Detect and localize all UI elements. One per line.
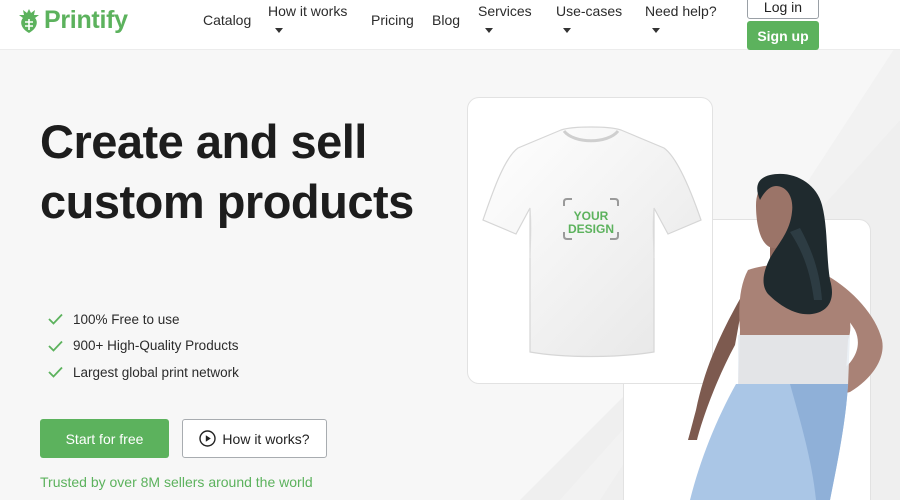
nav-item-use-cases[interactable]: Use-cases: [556, 3, 622, 33]
nav-label: Catalog: [203, 12, 252, 28]
tshirt-card: YOUR DESIGN: [467, 97, 713, 384]
top-navigation-bar: Printify Catalog How it works Pricing Bl…: [0, 0, 900, 50]
chevron-down-icon: [563, 28, 571, 33]
feature-item: 100% Free to use: [48, 306, 239, 333]
signup-button[interactable]: Sign up: [747, 21, 819, 50]
play-circle-icon: [199, 430, 217, 447]
nav-label: Blog: [432, 12, 461, 28]
check-icon: [48, 367, 63, 379]
chevron-down-icon: [275, 28, 283, 33]
brand-name: Printify: [44, 6, 128, 34]
printify-logo-icon: [19, 8, 39, 33]
nav-item-blog[interactable]: Blog: [432, 12, 460, 28]
feature-label: 100% Free to use: [73, 311, 180, 327]
nav-label: Need help?: [645, 3, 717, 19]
how-it-works-button[interactable]: How it works?: [182, 419, 327, 458]
nav-label: Services: [478, 3, 532, 19]
feature-label: Largest global print network: [73, 364, 239, 380]
nav-label: How it works: [268, 3, 348, 19]
login-button[interactable]: Log in: [747, 0, 819, 19]
nav-item-services[interactable]: Services: [478, 3, 532, 33]
feature-item: Largest global print network: [48, 359, 239, 386]
hero-title: Create and sell custom products: [40, 115, 414, 228]
nav-item-pricing[interactable]: Pricing: [371, 12, 414, 28]
your-design-placeholder: YOUR DESIGN: [567, 209, 614, 236]
check-icon: [48, 340, 63, 352]
trusted-by-text: Trusted by over 8M sellers around the wo…: [40, 474, 313, 490]
feature-item: 900+ High-Quality Products: [48, 333, 239, 360]
feature-label: 900+ High-Quality Products: [73, 338, 239, 354]
start-for-free-button[interactable]: Start for free: [40, 419, 169, 458]
nav-item-catalog[interactable]: Catalog: [203, 12, 251, 28]
nav-label: Pricing: [371, 12, 414, 28]
check-icon: [48, 314, 63, 326]
nav-item-need-help[interactable]: Need help?: [645, 3, 717, 33]
how-it-works-label: How it works?: [222, 430, 310, 447]
feature-list: 100% Free to use 900+ High-Quality Produ…: [48, 306, 239, 386]
nav-label: Use-cases: [556, 3, 623, 19]
nav-item-how-it-works[interactable]: How it works: [268, 3, 347, 33]
printify-logo[interactable]: Printify: [18, 6, 128, 35]
chevron-down-icon: [652, 28, 660, 33]
chevron-down-icon: [485, 28, 493, 33]
